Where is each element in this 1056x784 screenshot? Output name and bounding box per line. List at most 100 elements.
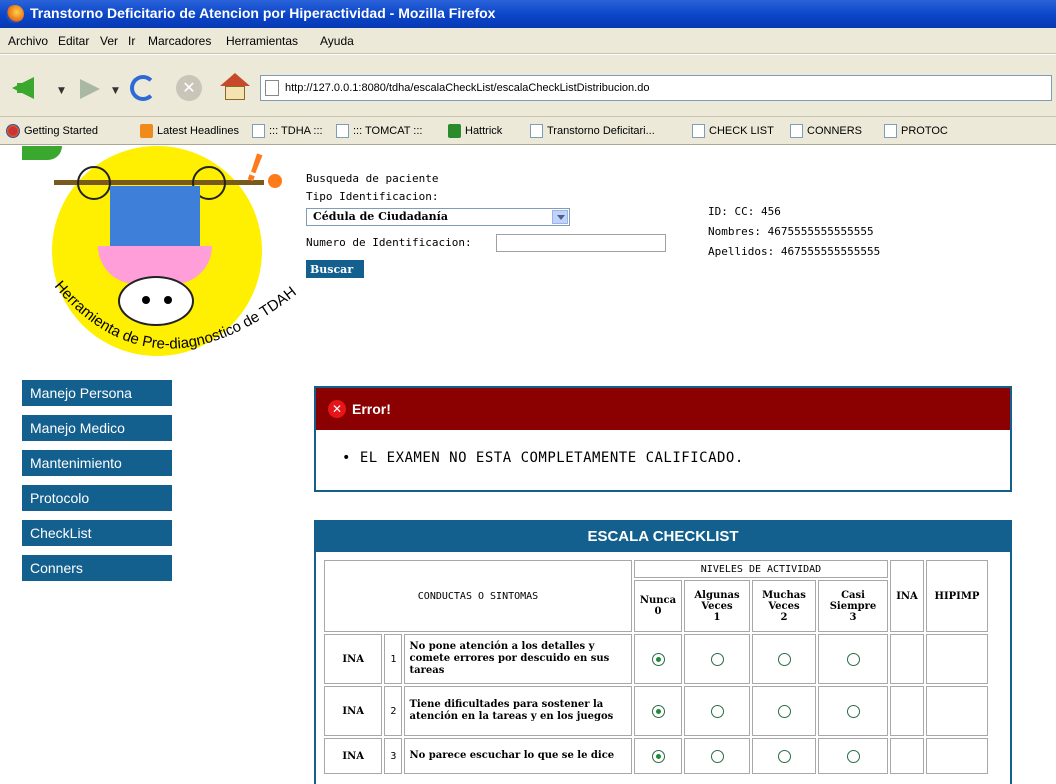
radio-cell [818,738,888,774]
window-title: Transtorno Deficitario de Atencion por H… [30,5,496,21]
patient-info: ID: CC: 456 Nombres: 4675555555555555 Ap… [708,202,880,262]
radio-cell [752,686,816,736]
page-icon [884,124,897,138]
radio-cell [684,738,750,774]
reload-icon[interactable] [130,75,156,101]
sidebar-item-mantenimiento[interactable]: Mantenimiento [22,450,172,476]
bookmark-check-list[interactable]: CHECK LIST [692,124,774,138]
logo-caption: Herramienta de Pre-diagnostico de TDAH [51,278,300,353]
ina-cell [890,686,924,736]
menu-herramientas[interactable]: Herramientas [226,34,298,48]
sidebar-item-manejo-medico[interactable]: Manejo Medico [22,415,172,441]
radio-casi-siempre[interactable] [846,749,860,763]
hattrick-icon [448,124,461,138]
table-row: INA 3 No parece escuchar lo que se le di… [324,738,988,774]
row-question: No pone atención a los detalles y comete… [404,634,632,684]
menu-bar: Archivo Editar Ver Ir Marcadores Herrami… [0,28,1056,54]
level-header: Algunas Veces 1 [684,580,750,632]
back-icon[interactable] [12,77,34,99]
row-tipo: INA [324,686,383,736]
hipimp-cell [926,738,988,774]
home-icon[interactable] [220,73,250,101]
level-header: Nunca 0 [634,580,682,632]
sidebar-item-conners[interactable]: Conners [22,555,172,581]
error-box: ✕ Error! • EL EXAMEN NO ESTA COMPLETAMEN… [314,386,1012,492]
page-icon [530,124,543,138]
url-input[interactable] [285,79,1045,97]
checklist-panel: ESCALA CHECKLIST CONDUCTAS O SINTOMAS NI… [314,520,1012,784]
error-header: ✕ Error! [316,388,1010,430]
buscar-button[interactable]: Buscar [306,260,364,278]
radio-algunas-veces[interactable] [710,704,724,718]
bookmark-protoc[interactable]: PROTOC [884,124,948,138]
level-header: Casi Siempre 3 [818,580,888,632]
radio-cell [634,634,682,684]
menu-editar[interactable]: Editar [58,34,89,48]
bookmarks-toolbar: Getting Started Latest Headlines ::: TDH… [0,117,1056,145]
radio-cell [818,634,888,684]
menu-marcadores[interactable]: Marcadores [148,34,211,48]
radio-casi-siempre[interactable] [846,704,860,718]
page-content: ! Herramienta de Pre-diagnostico de TDAH… [0,146,1056,784]
numero-identificacion-input[interactable] [496,234,666,252]
sidebar-menu: Manejo Persona Manejo Medico Mantenimien… [22,380,172,590]
forward-dropdown-icon[interactable]: ▼ [112,86,119,96]
radio-casi-siempre[interactable] [846,652,860,666]
error-title: Error! [352,401,391,417]
radio-muchas-veces[interactable] [777,749,791,763]
stop-icon[interactable]: ✕ [176,75,202,101]
radio-algunas-veces[interactable] [710,749,724,763]
level-header: Muchas Veces 2 [752,580,816,632]
bookmark-getting-started[interactable]: Getting Started [6,124,98,138]
radio-nunca[interactable] [651,704,665,718]
sidebar-item-checklist[interactable]: CheckList [22,520,172,546]
radio-nunca[interactable] [651,749,665,763]
error-message: • EL EXAMEN NO ESTA COMPLETAMENTE CALIFI… [342,450,744,466]
table-row: INA 2 Tiene dificultades para sostener l… [324,686,988,736]
firefox-icon [6,5,24,23]
browser-window: Transtorno Deficitario de Atencion por H… [0,0,1056,784]
radio-cell [752,738,816,774]
row-number: 1 [384,634,403,684]
page-icon [265,80,279,96]
numero-identificacion-label: Numero de Identificacion: [306,236,472,249]
search-heading: Busqueda de paciente [306,172,439,185]
radio-cell [634,686,682,736]
address-bar[interactable] [260,75,1052,101]
back-dropdown-icon[interactable]: ▼ [58,86,65,96]
bookmark-hattrick[interactable]: Hattrick [448,124,502,138]
tipo-identificacion-label: Tipo Identificacion: [306,190,439,203]
bookmark-tdha[interactable]: ::: TDHA ::: [252,124,323,138]
radio-muchas-veces[interactable] [777,704,791,718]
title-bar: Transtorno Deficitario de Atencion por H… [0,0,1056,28]
bookmark-tomcat[interactable]: ::: TOMCAT ::: [336,124,422,138]
radio-muchas-veces[interactable] [777,652,791,666]
bookmark-conners[interactable]: CONNERS [790,124,862,138]
bookmark-latest-headlines[interactable]: Latest Headlines [140,124,239,138]
sidebar-item-manejo-persona[interactable]: Manejo Persona [22,380,172,406]
menu-ver[interactable]: Ver [100,34,118,48]
chevron-down-icon[interactable] [552,210,568,224]
forward-icon[interactable] [80,79,100,99]
page-icon [336,124,349,138]
radio-nunca[interactable] [651,652,665,666]
menu-ayuda[interactable]: Ayuda [320,34,354,48]
radio-cell [684,634,750,684]
hipimp-cell [926,634,988,684]
col-ina: INA [890,560,924,632]
navigation-toolbar: ▼ ▼ ✕ [0,55,1056,117]
menu-ir[interactable]: Ir [128,34,135,48]
col-conductas: CONDUCTAS O SINTOMAS [324,560,632,632]
error-icon: ✕ [328,400,346,418]
page-icon [252,124,265,138]
ina-cell [890,738,924,774]
radio-cell [684,686,750,736]
menu-archivo[interactable]: Archivo [8,34,48,48]
ina-cell [890,634,924,684]
sidebar-item-protocolo[interactable]: Protocolo [22,485,172,511]
row-number: 3 [384,738,403,774]
row-tipo: INA [324,738,383,774]
radio-algunas-veces[interactable] [710,652,724,666]
bookmark-transtorno[interactable]: Transtorno Deficitari... [530,124,655,138]
tipo-identificacion-select[interactable]: Cédula de Ciudadanía [306,208,570,226]
